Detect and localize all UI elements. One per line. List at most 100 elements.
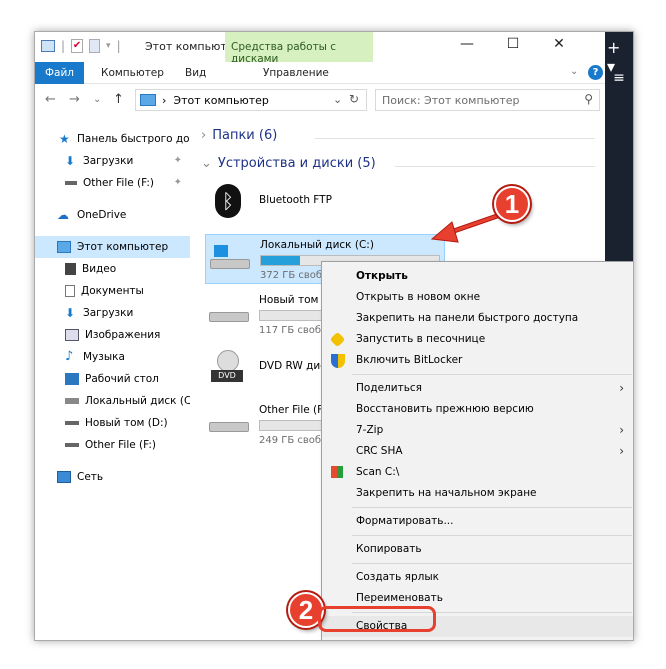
- chevron-down-icon[interactable]: ⌄: [570, 66, 578, 77]
- sidebar-item-music[interactable]: ♪ Музыка: [35, 346, 190, 368]
- sidebar-item-downloads-pinned[interactable]: ⬇ Загрузки ✦: [35, 150, 190, 172]
- properties-highlight-box: [318, 606, 436, 632]
- sidebar-item-network[interactable]: Сеть: [35, 466, 190, 488]
- menu-item-pin-start[interactable]: Закрепить на начальном экране: [322, 483, 633, 504]
- menu-item-share[interactable]: Поделиться ›: [322, 378, 633, 399]
- sandbox-icon: [329, 331, 346, 348]
- toolbar-separator: |: [116, 39, 121, 53]
- maximize-button[interactable]: ☐: [495, 36, 531, 58]
- up-icon[interactable]: ↑: [113, 92, 124, 107]
- sidebar-item-downloads[interactable]: ⬇ Загрузки: [35, 302, 190, 324]
- drive-free-space: 372 ГБ свобо: [260, 270, 329, 281]
- sidebar-item-pictures[interactable]: Изображения: [35, 324, 190, 346]
- search-input[interactable]: Поиск: Этот компьютер ⚲: [375, 89, 600, 111]
- address-dropdown-icon[interactable]: ⌄: [333, 93, 342, 106]
- cloud-icon: ☁: [57, 208, 69, 222]
- refresh-icon[interactable]: ↻: [349, 92, 359, 106]
- drive-name: Локальный диск (C:): [260, 239, 374, 251]
- sidebar-item-label: Документы: [81, 285, 144, 297]
- download-icon: ⬇: [65, 154, 76, 168]
- drive-name: DVD RW дис: [259, 360, 326, 372]
- menu-item-restore-version[interactable]: Восстановить прежнюю версию: [322, 399, 633, 420]
- sidebar-item-videos[interactable]: Видео: [35, 258, 190, 280]
- sidebar-item-label: Этот компьютер: [77, 241, 169, 253]
- quick-access-toolbar: | ✔ ▾ |: [41, 39, 121, 53]
- group-divider: [315, 138, 595, 139]
- document-icon: [65, 285, 75, 297]
- back-icon[interactable]: ←: [45, 92, 56, 107]
- menu-item-format[interactable]: Форматировать...: [322, 511, 633, 532]
- minimize-button[interactable]: —: [449, 36, 485, 58]
- add-icon[interactable]: + ▾: [607, 38, 633, 76]
- drive-icon: [209, 410, 251, 436]
- folders-group-header[interactable]: › Папки (6): [201, 128, 277, 143]
- toolbar-separator: |: [61, 39, 66, 53]
- contextual-tab-header: Средства работы с дисками: [225, 32, 373, 65]
- new-folder-icon[interactable]: [89, 39, 101, 53]
- menu-item-7zip[interactable]: 7-Zip ›: [322, 420, 633, 441]
- menu-item-create-shortcut[interactable]: Создать ярлык: [322, 567, 633, 588]
- sidebar-item-label: Локальный диск (C: [85, 395, 190, 407]
- forward-icon[interactable]: →: [69, 92, 80, 107]
- search-icon[interactable]: ⚲: [584, 92, 593, 106]
- sidebar-item-other-file-f[interactable]: Other File (F:): [35, 434, 190, 456]
- picture-icon: [65, 329, 79, 341]
- address-path: › Этот компьютер: [162, 94, 269, 107]
- group-title: Устройства и диски (5): [217, 156, 376, 171]
- address-bar[interactable]: › Этот компьютер ⌄ ↻: [135, 89, 367, 111]
- menu-separator: [352, 563, 632, 564]
- chevron-right-icon: ›: [619, 444, 624, 458]
- sidebar-item-other-file-pinned[interactable]: Other File (F:) ✦: [35, 172, 190, 194]
- sidebar-item-label: Загрузки: [83, 155, 134, 167]
- sidebar-item-onedrive[interactable]: ☁ OneDrive: [35, 204, 190, 226]
- menu-item-open-new-window[interactable]: Открыть в новом окне: [322, 287, 633, 308]
- menu-item-copy[interactable]: Копировать: [322, 539, 633, 560]
- chevron-right-icon: ›: [619, 381, 624, 395]
- sidebar-item-label: Новый том (D:): [85, 417, 168, 429]
- customize-toolbar-icon[interactable]: ▾: [106, 41, 111, 51]
- tab-file[interactable]: Файл: [35, 62, 85, 84]
- bluetooth-ftp-item[interactable]: ᛒ Bluetooth FTP: [205, 180, 445, 224]
- sidebar-item-new-volume-d[interactable]: Новый том (D:): [35, 412, 190, 434]
- sidebar-item-local-disk-c[interactable]: Локальный диск (C: [35, 390, 190, 412]
- shield-icon: [331, 354, 345, 368]
- computer-icon: [140, 94, 156, 106]
- sidebar-item-documents[interactable]: Документы: [35, 280, 190, 302]
- windows-drive-icon: [210, 245, 252, 271]
- breadcrumb-separator: ›: [162, 94, 174, 107]
- recent-locations-icon[interactable]: ⌄: [93, 94, 101, 105]
- close-button[interactable]: ✕: [541, 36, 577, 58]
- sidebar-item-label: Сеть: [77, 471, 104, 483]
- menu-item-open[interactable]: Открыть: [322, 266, 633, 287]
- navigation-pane: ★ Панель быстрого до ⬇ Загрузки ✦ Other Fi…: [35, 124, 195, 640]
- help-icon[interactable]: ?: [588, 65, 603, 80]
- context-menu: Открыть Открыть в новом окне Закрепить н…: [321, 261, 633, 640]
- tab-view[interactable]: Вид: [175, 62, 216, 84]
- sidebar-item-desktop[interactable]: Рабочий стол: [35, 368, 190, 390]
- title-bar: | ✔ ▾ | Этот компьют... Средства работы …: [35, 32, 605, 65]
- menu-item-crc-sha[interactable]: CRC SHA ›: [322, 441, 633, 462]
- tab-computer[interactable]: Компьютер: [91, 62, 174, 84]
- callout-number-1: 1: [494, 186, 530, 222]
- tab-manage[interactable]: Управление: [253, 62, 339, 84]
- sidebar-item-this-pc[interactable]: Этот компьютер: [35, 236, 190, 258]
- menu-item-label: Поделиться: [356, 382, 422, 394]
- devices-group-header[interactable]: ⌄ Устройства и диски (5): [201, 156, 376, 171]
- music-icon: ♪: [65, 349, 74, 364]
- chevron-down-icon: ⌄: [201, 156, 212, 171]
- properties-icon[interactable]: ✔: [71, 39, 84, 53]
- window-title: Этот компьют...: [145, 40, 238, 53]
- desktop-icon: [65, 373, 79, 385]
- menu-icon[interactable]: ≡: [607, 70, 631, 92]
- windows-drive-icon: [65, 398, 79, 404]
- pin-icon: ✦: [173, 177, 182, 188]
- drive-free-space: 117 ГБ свобо: [259, 325, 328, 336]
- sidebar-item-quick-access[interactable]: ★ Панель быстрого до: [35, 128, 190, 150]
- menu-item-bitlocker[interactable]: Включить BitLocker: [322, 350, 633, 371]
- menu-item-scan[interactable]: Scan C:\: [322, 462, 633, 483]
- address-path-text: Этот компьютер: [173, 94, 269, 107]
- menu-item-run-sandbox[interactable]: Запустить в песочнице: [322, 329, 633, 350]
- menu-item-label: Включить BitLocker: [356, 354, 463, 366]
- address-row: ← → ⌄ ↑ › Этот компьютер ⌄ ↻ Поиск: Этот…: [35, 86, 605, 114]
- menu-item-pin-quick-access[interactable]: Закрепить на панели быстрого доступа: [322, 308, 633, 329]
